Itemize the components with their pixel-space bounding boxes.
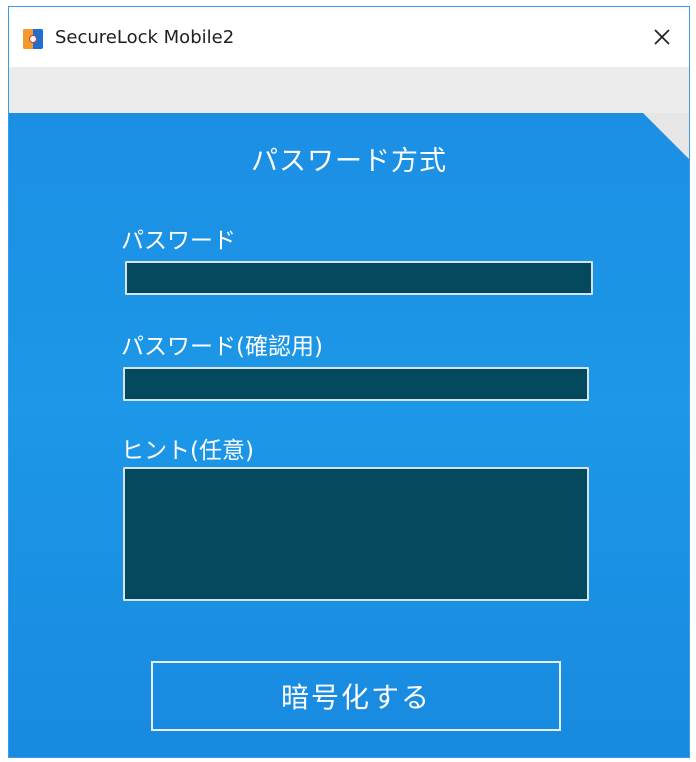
encrypt-button-label: 暗号化する: [280, 681, 431, 714]
hint-label: ヒント(任意): [121, 438, 254, 464]
header-band: [9, 67, 689, 113]
password-input[interactable]: [125, 261, 593, 295]
hint-textarea[interactable]: [123, 467, 589, 601]
title-bar: SecureLock Mobile2: [9, 7, 689, 67]
app-window: SecureLock Mobile2 パスワード方式 パスワード パスワード(確…: [8, 6, 690, 758]
close-icon: [654, 29, 670, 45]
close-button[interactable]: [639, 17, 685, 57]
password-confirm-label: パスワード(確認用): [121, 334, 323, 360]
encryption-panel: パスワード方式 パスワード パスワード(確認用) ヒント(任意) 暗号化する: [9, 113, 689, 757]
password-confirm-input[interactable]: [123, 367, 589, 401]
securelock-app-icon: [23, 29, 43, 49]
window-title: SecureLock Mobile2: [55, 27, 235, 48]
encrypt-button[interactable]: 暗号化する: [151, 661, 561, 731]
password-label: パスワード: [121, 228, 236, 254]
mode-title: パスワード方式: [251, 146, 447, 177]
